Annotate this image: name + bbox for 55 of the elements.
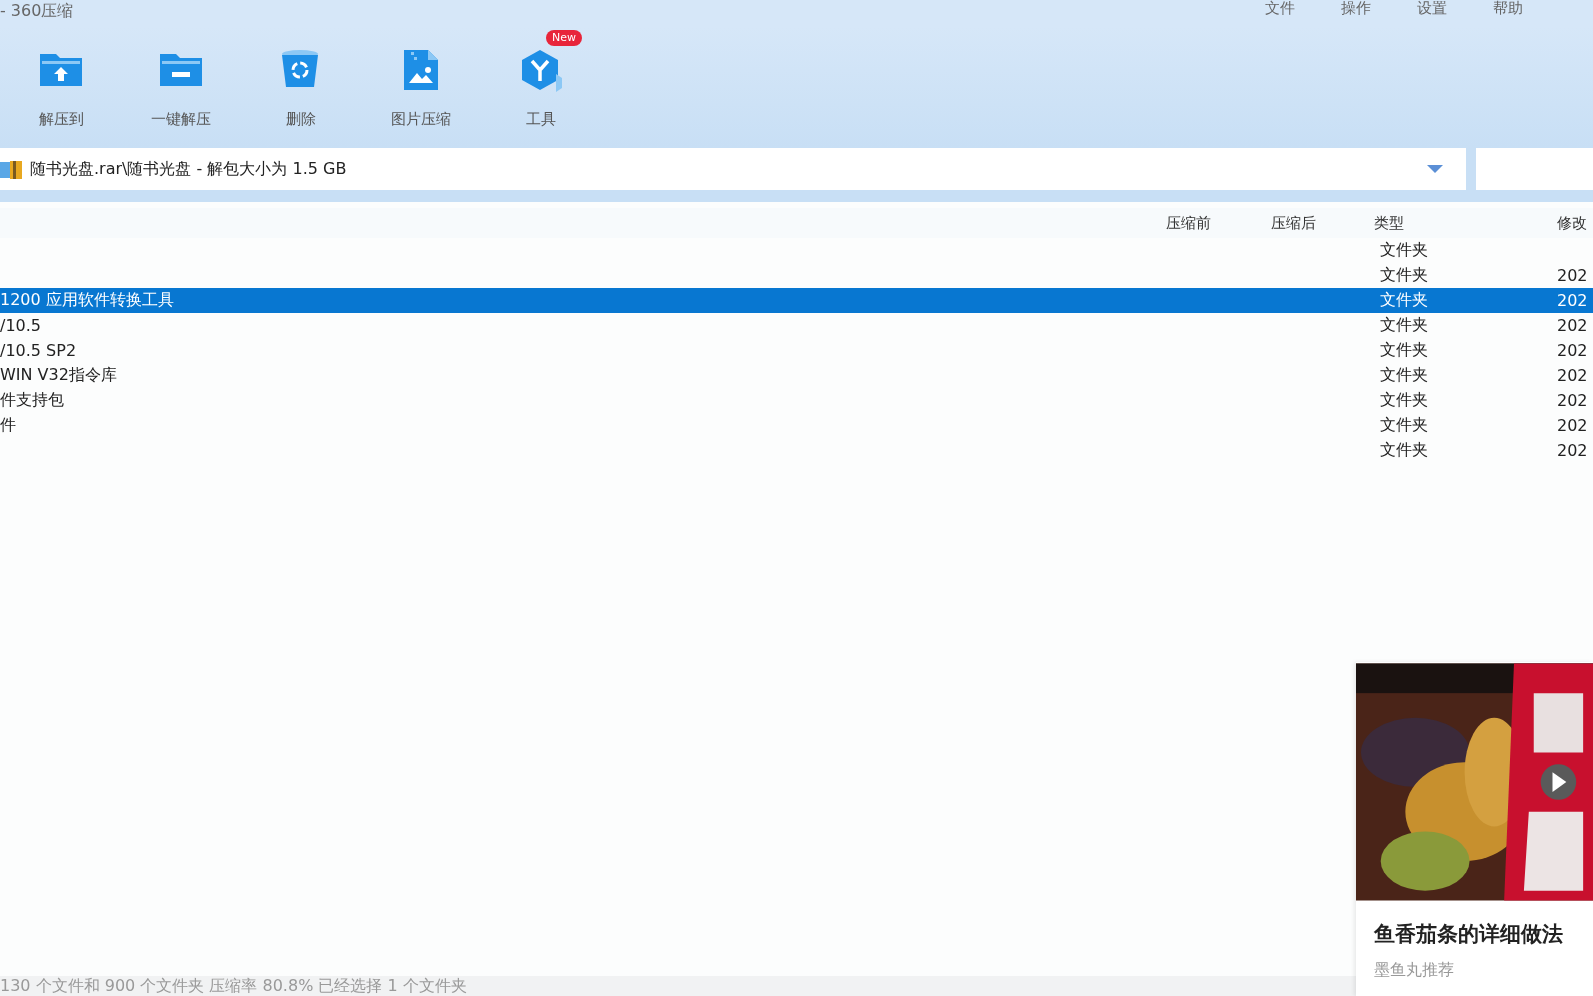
selected-row[interactable]: 1200 应用软件转换工具 文件夹 202 (0, 288, 1593, 313)
table-cell-text: 202 (1557, 416, 1589, 435)
table-cell-text: 202 (1557, 316, 1589, 335)
menu-item[interactable]: 设置 (1417, 0, 1447, 16)
archive-icon (0, 158, 24, 180)
table-cell-text: 文件夹 (1379, 440, 1429, 461)
column-header[interactable]: 修改 (1557, 213, 1593, 233)
new-badge: New (546, 30, 582, 46)
table-cell-text: WIN V32指令库 (0, 365, 118, 386)
table-cell-text: 文件夹 (1379, 265, 1429, 286)
table-row[interactable]: 件 文件夹 202 (0, 413, 1593, 438)
table-cell-text: 1200 应用软件转换工具 (0, 290, 175, 311)
window-title: - 360压缩 (0, 0, 74, 22)
toolbar-button[interactable]: 图片压缩 (376, 26, 466, 148)
status-text: 130 个文件和 900 个文件夹 压缩率 80.8% 已经选择 1 个文件夹 (0, 975, 467, 996)
table-cell-text: 文件夹 (1379, 240, 1429, 261)
toolbar-button[interactable]: 解压到 (16, 26, 106, 148)
table-cell-text: 文件夹 (1379, 340, 1429, 361)
table-row[interactable]: WIN V32指令库 文件夹 202 (0, 363, 1593, 388)
table-cell-text: 文件夹 (1379, 315, 1429, 336)
column-header[interactable]: 类型 (1374, 213, 1557, 233)
search-field[interactable] (1476, 148, 1593, 190)
table-cell-text: 文件夹 (1379, 415, 1429, 436)
table-row[interactable]: 文件夹 (0, 238, 1593, 263)
column-header[interactable]: 压缩前 (1166, 213, 1271, 233)
table-cell-text: 202 (1557, 341, 1589, 360)
table-cell-text: 件支持包 (0, 390, 65, 411)
ad-title[interactable]: 鱼香茄条的详细做法 (1374, 920, 1593, 948)
table-cell-text: 文件夹 (1379, 390, 1429, 411)
table-row[interactable]: /10.5 SP2 文件夹 202 (0, 338, 1593, 363)
table-cell-text: 202 (1557, 366, 1589, 385)
toolbar-button[interactable]: 一键解压 (136, 26, 226, 148)
table-cell-text: 202 (1557, 266, 1589, 285)
path-field[interactable]: 随书光盘.rar\随书光盘 - 解包大小为 1.5 GB (0, 148, 1466, 190)
ad-source: 墨鱼丸推荐 (1374, 960, 1455, 981)
table-cell-text: 202 (1557, 441, 1589, 460)
table-cell-text: /10.5 SP2 (0, 341, 78, 360)
table-cell-text: /10.5 (0, 316, 42, 335)
column-header[interactable]: 压缩后 (1271, 213, 1374, 233)
table-row[interactable]: /10.5 文件夹 202 (0, 313, 1593, 338)
table-cell-text: 件 (0, 415, 17, 436)
table-row[interactable]: 件支持包 文件夹 202 (0, 388, 1593, 413)
toolbar-button[interactable]: New 工具 (496, 26, 586, 148)
table-row[interactable]: 文件夹 202 (0, 263, 1593, 288)
table-cell-text: 文件夹 (1379, 290, 1429, 311)
table-row[interactable]: 文件夹 202 (0, 438, 1593, 463)
menu-item[interactable]: 文件 (1265, 0, 1295, 16)
toolbar-button[interactable]: 删除 (256, 26, 346, 148)
ad-card[interactable]: 鱼香茄条的详细做法 墨鱼丸推荐 (1356, 662, 1593, 996)
table-cell-text: 202 (1557, 391, 1589, 410)
table-cell-text: 文件夹 (1379, 365, 1429, 386)
menu-item[interactable]: 帮助 (1493, 0, 1523, 16)
table-cell-text: 202 (1557, 291, 1589, 310)
dropdown-arrow-icon (1426, 164, 1444, 174)
menu-item[interactable]: 操作 (1341, 0, 1371, 16)
